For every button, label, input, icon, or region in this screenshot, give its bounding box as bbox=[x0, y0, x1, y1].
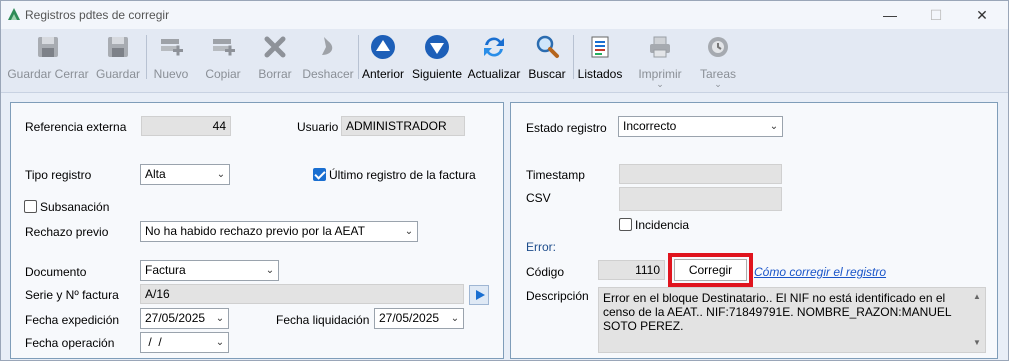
window-title: Registros pdtes de corregir bbox=[25, 8, 170, 22]
floppy-disk-close-icon bbox=[38, 37, 58, 57]
chevron-down-icon: ⌄ bbox=[215, 313, 225, 324]
chevron-down-icon: ⌄ bbox=[265, 265, 275, 276]
description-textarea[interactable]: Error en el bloque Destinatario.. El NIF… bbox=[598, 287, 986, 353]
refresh-button[interactable]: Actualizar bbox=[466, 29, 522, 93]
description-label: Descripción bbox=[526, 289, 589, 303]
chevron-down-icon: ⌄ bbox=[215, 337, 225, 348]
chevron-down-icon: ⌄ bbox=[216, 169, 226, 180]
toolbar-separator bbox=[146, 35, 147, 79]
error-code-label: Código bbox=[526, 265, 565, 279]
title-bar: Registros pdtes de corregir — ☐ ✕ bbox=[1, 1, 1008, 29]
operation-date-label: Fecha operación bbox=[25, 336, 115, 350]
copy-button[interactable]: Copiar bbox=[199, 29, 247, 93]
operation-date-picker[interactable]: / / ⌄ bbox=[140, 332, 229, 353]
subsanacion-label: Subsanación bbox=[40, 200, 110, 214]
subsanacion-checkbox[interactable] bbox=[24, 200, 37, 213]
csv-label: CSV bbox=[526, 191, 551, 205]
toolbar-separator bbox=[573, 35, 574, 79]
chevron-down-icon: ⌄ bbox=[714, 79, 722, 89]
minimize-button[interactable]: — bbox=[867, 1, 913, 29]
delete-button[interactable]: Borrar bbox=[253, 29, 297, 93]
toolbar: Guardar Cerrar Guardar Nuevo Copiar Borr… bbox=[1, 29, 1008, 93]
undo-button[interactable]: Deshacer bbox=[301, 29, 355, 93]
chevron-down-icon: ⌄ bbox=[769, 121, 779, 132]
record-status-label: Estado registro bbox=[526, 121, 607, 135]
next-button[interactable]: Siguiente bbox=[409, 29, 465, 93]
print-button[interactable]: Imprimir ⌄ bbox=[633, 29, 687, 93]
reports-button[interactable]: Listados bbox=[575, 29, 625, 93]
report-list-icon bbox=[591, 36, 609, 58]
new-record-icon bbox=[161, 39, 183, 56]
save-button[interactable]: Guardar bbox=[93, 29, 143, 93]
error-heading: Error: bbox=[526, 240, 556, 254]
undo-icon bbox=[322, 37, 333, 55]
gear-tasks-icon bbox=[708, 37, 728, 57]
floppy-disk-icon bbox=[108, 37, 128, 57]
csv-field bbox=[619, 187, 782, 211]
invoice-number-field: A/16 bbox=[140, 284, 464, 304]
issue-date-picker[interactable]: 27/05/2025 ⌄ bbox=[140, 308, 229, 329]
record-status-select[interactable]: Incorrecto ⌄ bbox=[618, 116, 783, 137]
external-reference-field: 44 bbox=[141, 116, 231, 136]
chevron-down-icon: ⌄ bbox=[404, 226, 414, 237]
issue-date-label: Fecha expedición bbox=[25, 313, 120, 327]
open-invoice-button[interactable] bbox=[469, 285, 489, 305]
chevron-down-icon: ⌄ bbox=[450, 313, 460, 324]
save-close-button[interactable]: Guardar Cerrar bbox=[7, 29, 89, 93]
app-logo-icon bbox=[8, 8, 20, 20]
record-type-select[interactable]: Alta ⌄ bbox=[140, 164, 230, 185]
chevron-down-icon: ⌄ bbox=[656, 79, 664, 89]
external-reference-label: Referencia externa bbox=[25, 120, 127, 134]
close-button[interactable]: ✕ bbox=[959, 1, 1005, 29]
search-button[interactable]: Buscar bbox=[525, 29, 569, 93]
printer-icon bbox=[650, 36, 670, 58]
last-record-label: Último registro de la factura bbox=[329, 168, 476, 182]
refresh-icon bbox=[484, 37, 504, 57]
copy-record-icon bbox=[213, 39, 235, 56]
timestamp-field bbox=[619, 164, 782, 184]
invoice-number-label: Serie y Nº factura bbox=[25, 288, 119, 302]
arrow-down-circle-icon bbox=[425, 35, 449, 59]
incidence-label: Incidencia bbox=[635, 218, 690, 232]
how-to-correct-link[interactable]: Cómo corregir el registro bbox=[754, 265, 886, 279]
settlement-date-picker[interactable]: 27/05/2025 ⌄ bbox=[374, 308, 464, 329]
tasks-button[interactable]: Tareas ⌄ bbox=[693, 29, 743, 93]
previous-rejection-label: Rechazo previo bbox=[25, 225, 109, 239]
timestamp-label: Timestamp bbox=[526, 168, 585, 182]
magnifier-icon bbox=[536, 35, 559, 58]
settlement-date-label: Fecha liquidación bbox=[276, 313, 370, 327]
highlight-box bbox=[668, 253, 753, 287]
maximize-button[interactable]: ☐ bbox=[913, 1, 959, 29]
last-record-checkbox[interactable] bbox=[313, 168, 326, 181]
app-window: Registros pdtes de corregir — ☐ ✕ Guarda… bbox=[0, 0, 1009, 361]
error-code-field: 1110 bbox=[598, 260, 665, 280]
previous-button[interactable]: Anterior bbox=[359, 29, 407, 93]
incidence-checkbox[interactable] bbox=[619, 218, 632, 231]
record-type-label: Tipo registro bbox=[25, 168, 92, 182]
delete-x-icon bbox=[264, 36, 286, 58]
new-button[interactable]: Nuevo bbox=[149, 29, 193, 93]
user-field: ADMINISTRADOR bbox=[341, 116, 465, 136]
user-label: Usuario bbox=[297, 120, 339, 134]
previous-rejection-select[interactable]: No ha habido rechazo previo por la AEAT … bbox=[140, 221, 418, 242]
arrow-up-circle-icon bbox=[371, 35, 395, 59]
document-label: Documento bbox=[25, 265, 87, 279]
scroll-up-icon[interactable]: ▲ bbox=[969, 290, 985, 304]
scroll-down-icon[interactable]: ▼ bbox=[969, 336, 985, 350]
document-select[interactable]: Factura ⌄ bbox=[140, 260, 279, 281]
description-scrollbar[interactable]: ▲ ▼ bbox=[969, 288, 985, 352]
